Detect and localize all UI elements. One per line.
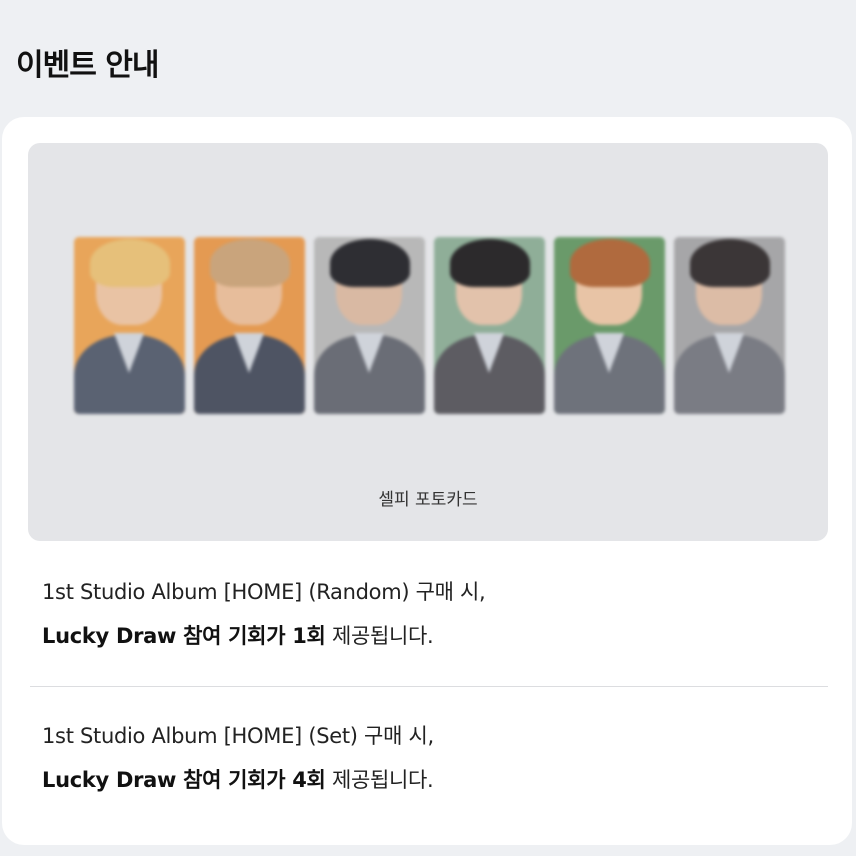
info-random-purchase-line: 1st Studio Album [HOME] (Random) 구매 시,	[42, 580, 486, 604]
info-set-album: 1st Studio Album [HOME] (Set) 구매 시, Luck…	[42, 714, 434, 802]
info-random-benefit-highlight: Lucky Draw 참여 기회가 1회	[42, 624, 326, 648]
page-title: 이벤트 안내	[16, 48, 159, 83]
info-random-benefit-line: Lucky Draw 참여 기회가 1회 제공됩니다.	[42, 614, 485, 658]
photocard-5	[554, 237, 665, 414]
photocard-6	[674, 237, 785, 414]
info-set-purchase-line: 1st Studio Album [HOME] (Set) 구매 시,	[42, 724, 434, 748]
photocard-row	[74, 237, 785, 414]
info-set-benefit-line: Lucky Draw 참여 기회가 4회 제공됩니다.	[42, 758, 434, 802]
info-random-benefit-rest: 제공됩니다.	[325, 624, 434, 648]
photocard-banner: 셀피 포토카드	[28, 143, 828, 541]
photocard-1	[74, 237, 185, 414]
photocard-3	[314, 237, 425, 414]
event-info-card: 셀피 포토카드 1st Studio Album [HOME] (Random)…	[2, 117, 852, 845]
info-set-benefit-highlight: Lucky Draw 참여 기회가 4회	[42, 768, 326, 792]
info-set-benefit-rest: 제공됩니다.	[325, 768, 434, 792]
photocard-4	[434, 237, 545, 414]
info-random-album: 1st Studio Album [HOME] (Random) 구매 시, L…	[42, 570, 486, 658]
banner-caption: 셀피 포토카드	[378, 490, 478, 510]
divider	[30, 686, 828, 687]
photocard-2	[194, 237, 305, 414]
